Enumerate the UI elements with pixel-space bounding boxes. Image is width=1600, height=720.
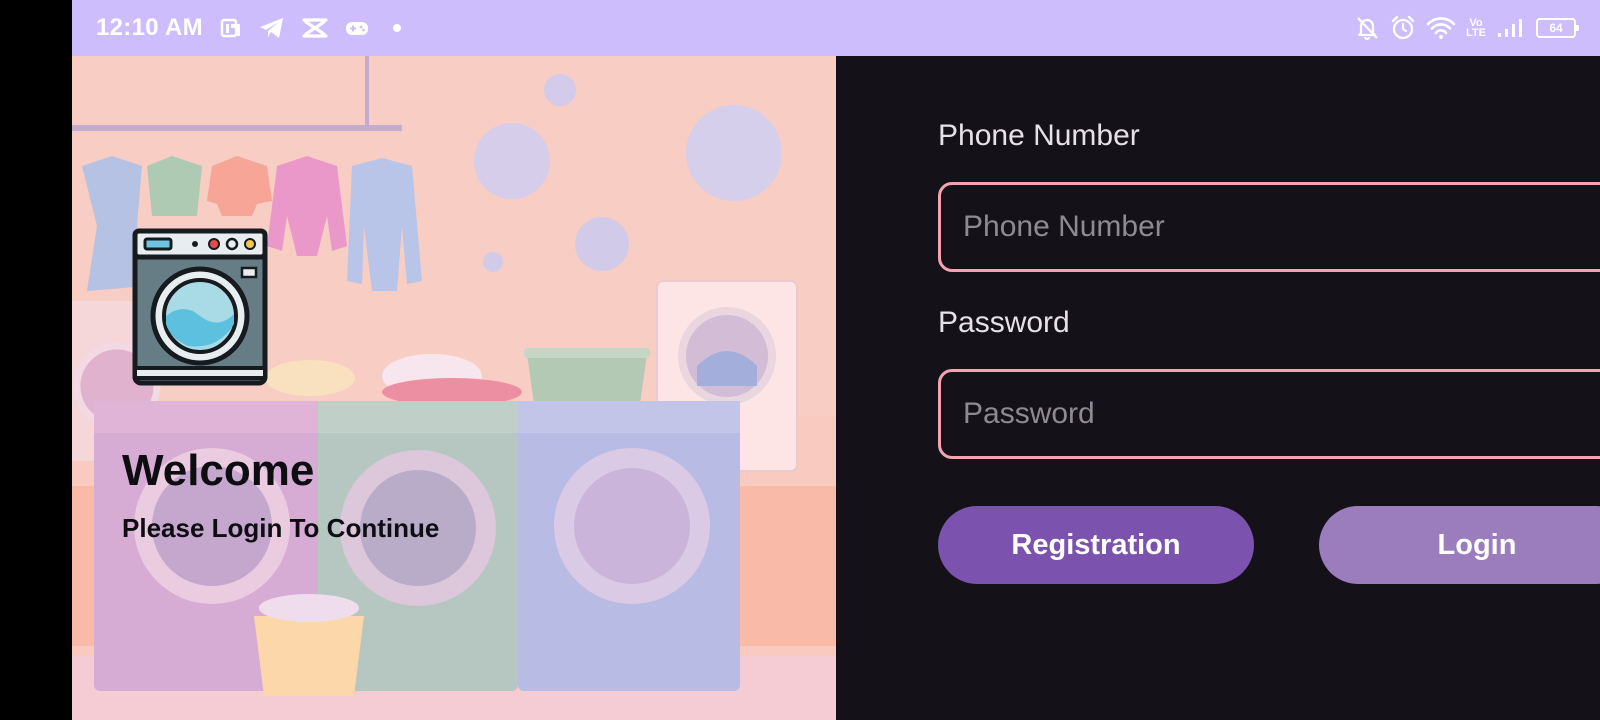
welcome-subtitle: Please Login To Continue <box>122 513 440 543</box>
login-form: Phone Number Password Registration Login <box>836 56 1600 720</box>
registration-button[interactable]: Registration <box>938 506 1254 584</box>
battery-icon: 64 <box>1536 18 1579 38</box>
password-label: Password <box>938 306 1070 339</box>
gamepad-icon <box>345 19 369 37</box>
password-input[interactable] <box>938 369 1600 459</box>
alarm-icon <box>1390 15 1416 41</box>
welcome-title: Welcome <box>122 446 315 495</box>
pocket-app-icon <box>219 16 243 40</box>
status-bar-right: Vo LTE 64 <box>1354 0 1579 56</box>
laundry-illustration-panel: Welcome Please Login To Continue <box>72 56 836 720</box>
signal-icon <box>1496 17 1526 39</box>
login-button[interactable]: Login <box>1319 506 1600 584</box>
battery-level: 64 <box>1549 21 1563 35</box>
silent-bell-icon <box>1354 15 1380 41</box>
wifi-icon <box>1426 16 1456 40</box>
notification-dot-icon <box>385 16 409 40</box>
capcut-icon <box>301 17 329 39</box>
status-bar-left: 12:10 AM <box>96 0 409 56</box>
phone-number-input[interactable] <box>938 182 1600 272</box>
phone-number-label: Phone Number <box>938 119 1140 152</box>
status-bar: 12:10 AM Vo LTE 64 <box>72 0 1600 56</box>
washing-machine-icon <box>132 228 268 391</box>
volte-icon: Vo LTE <box>1466 17 1486 39</box>
login-screen: 12:10 AM Vo LTE 64 Welcome Please Login … <box>72 0 1600 720</box>
telegram-icon <box>259 17 285 39</box>
status-time: 12:10 AM <box>96 14 203 41</box>
